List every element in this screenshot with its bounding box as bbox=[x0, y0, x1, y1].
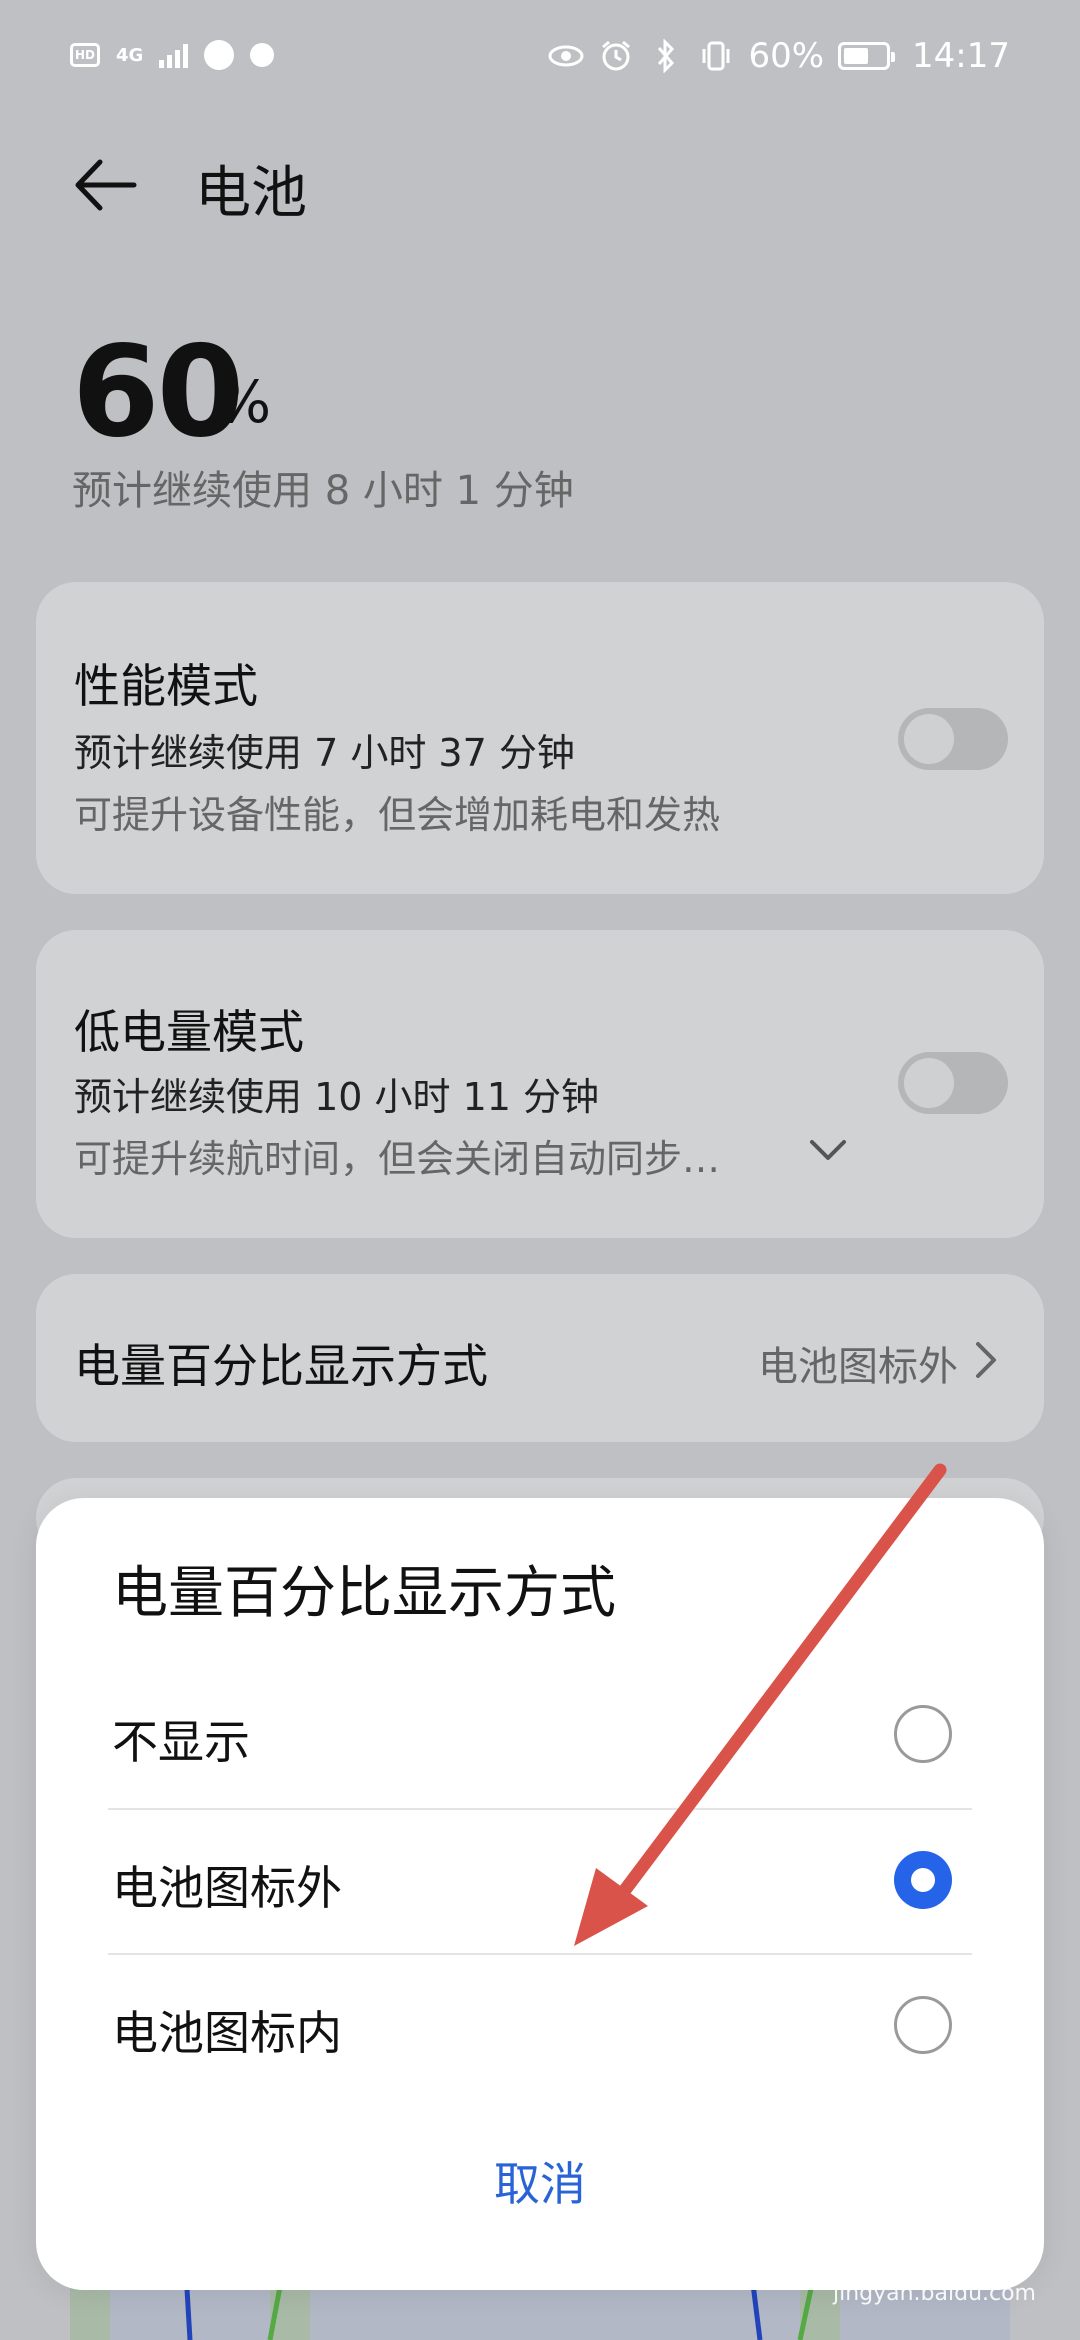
low-power-mode-card[interactable]: 低电量模式 预计继续使用 10 小时 11 分钟 可提升续航时间，但会关闭自动同… bbox=[36, 930, 1044, 1238]
status-left: HD 4G bbox=[70, 40, 275, 70]
page-title: 电池 bbox=[195, 161, 307, 226]
low-power-mode-desc: 可提升续航时间，但会关闭自动同步… bbox=[74, 1137, 721, 1181]
signal-icon bbox=[159, 42, 189, 68]
bluetooth-icon bbox=[648, 38, 684, 74]
battery-estimate: 预计继续使用 8 小时 1 分钟 bbox=[72, 468, 574, 514]
battery-percent-unit: % bbox=[216, 368, 272, 436]
radio-button[interactable] bbox=[894, 1996, 952, 2054]
performance-mode-desc: 可提升设备性能，但会增加耗电和发热 bbox=[74, 793, 721, 837]
percent-display-title: 电量百分比显示方式 bbox=[74, 1339, 488, 1393]
battery-fill bbox=[844, 48, 869, 64]
chevron-down-icon[interactable] bbox=[806, 1128, 850, 1172]
performance-mode-estimate: 预计继续使用 7 小时 37 分钟 bbox=[74, 731, 575, 775]
cancel-button[interactable]: 取消 bbox=[36, 2148, 1044, 2214]
watermark-logo: Baidu经验 bbox=[758, 2219, 1036, 2279]
option-outside-icon[interactable]: 电池图标外 bbox=[108, 1808, 972, 1952]
dialog-title: 电量百分比显示方式 bbox=[112, 1561, 616, 1626]
vibrate-icon bbox=[698, 38, 734, 74]
eye-comfort-icon bbox=[548, 38, 584, 74]
performance-mode-toggle[interactable] bbox=[898, 708, 1008, 770]
network-type-label: 4G bbox=[116, 44, 144, 66]
option-label: 不显示 bbox=[112, 1715, 250, 1769]
low-power-mode-title: 低电量模式 bbox=[74, 1005, 304, 1059]
battery-percent-text: 60% bbox=[748, 36, 825, 76]
watermark-url: jingyan.baidu.com bbox=[832, 2281, 1036, 2306]
app-notification-icon bbox=[204, 40, 235, 70]
watermark: Baidu经验 jingyan.baidu.com bbox=[758, 2206, 1036, 2306]
back-button[interactable] bbox=[70, 150, 140, 220]
low-power-mode-toggle[interactable] bbox=[898, 1052, 1008, 1114]
option-inside-icon[interactable]: 电池图标内 bbox=[108, 1953, 972, 2097]
alarm-icon bbox=[598, 38, 634, 74]
performance-mode-card[interactable]: 性能模式 预计继续使用 7 小时 37 分钟 可提升设备性能，但会增加耗电和发热 bbox=[36, 582, 1044, 894]
battery-icon bbox=[838, 42, 896, 70]
toggle-knob bbox=[904, 714, 954, 764]
radio-button[interactable] bbox=[894, 1705, 952, 1763]
percent-display-row[interactable]: 电量百分比显示方式 电池图标外 bbox=[36, 1274, 1044, 1442]
status-right: 60% 14:17 bbox=[548, 36, 1010, 76]
status-bar: HD 4G 60% 14:17 bbox=[0, 0, 1080, 120]
option-label: 电池图标外 bbox=[112, 1861, 342, 1915]
hd-icon: HD bbox=[70, 43, 100, 67]
option-hide[interactable]: 不显示 bbox=[108, 1662, 972, 1806]
percent-display-value: 电池图标外 bbox=[758, 1344, 958, 1390]
radio-button[interactable] bbox=[894, 1851, 952, 1909]
back-arrow-icon bbox=[75, 159, 137, 211]
performance-mode-title: 性能模式 bbox=[74, 659, 258, 713]
clock-time: 14:17 bbox=[912, 36, 1010, 76]
option-label: 电池图标内 bbox=[112, 2006, 342, 2060]
percent-display-dialog: 电量百分比显示方式 不显示 电池图标外 电池图标内 取消 bbox=[36, 1498, 1044, 2290]
record-icon bbox=[250, 43, 275, 67]
chevron-right-icon bbox=[976, 1342, 996, 1378]
low-power-mode-estimate: 预计继续使用 10 小时 11 分钟 bbox=[74, 1075, 600, 1119]
toggle-knob bbox=[904, 1058, 954, 1108]
